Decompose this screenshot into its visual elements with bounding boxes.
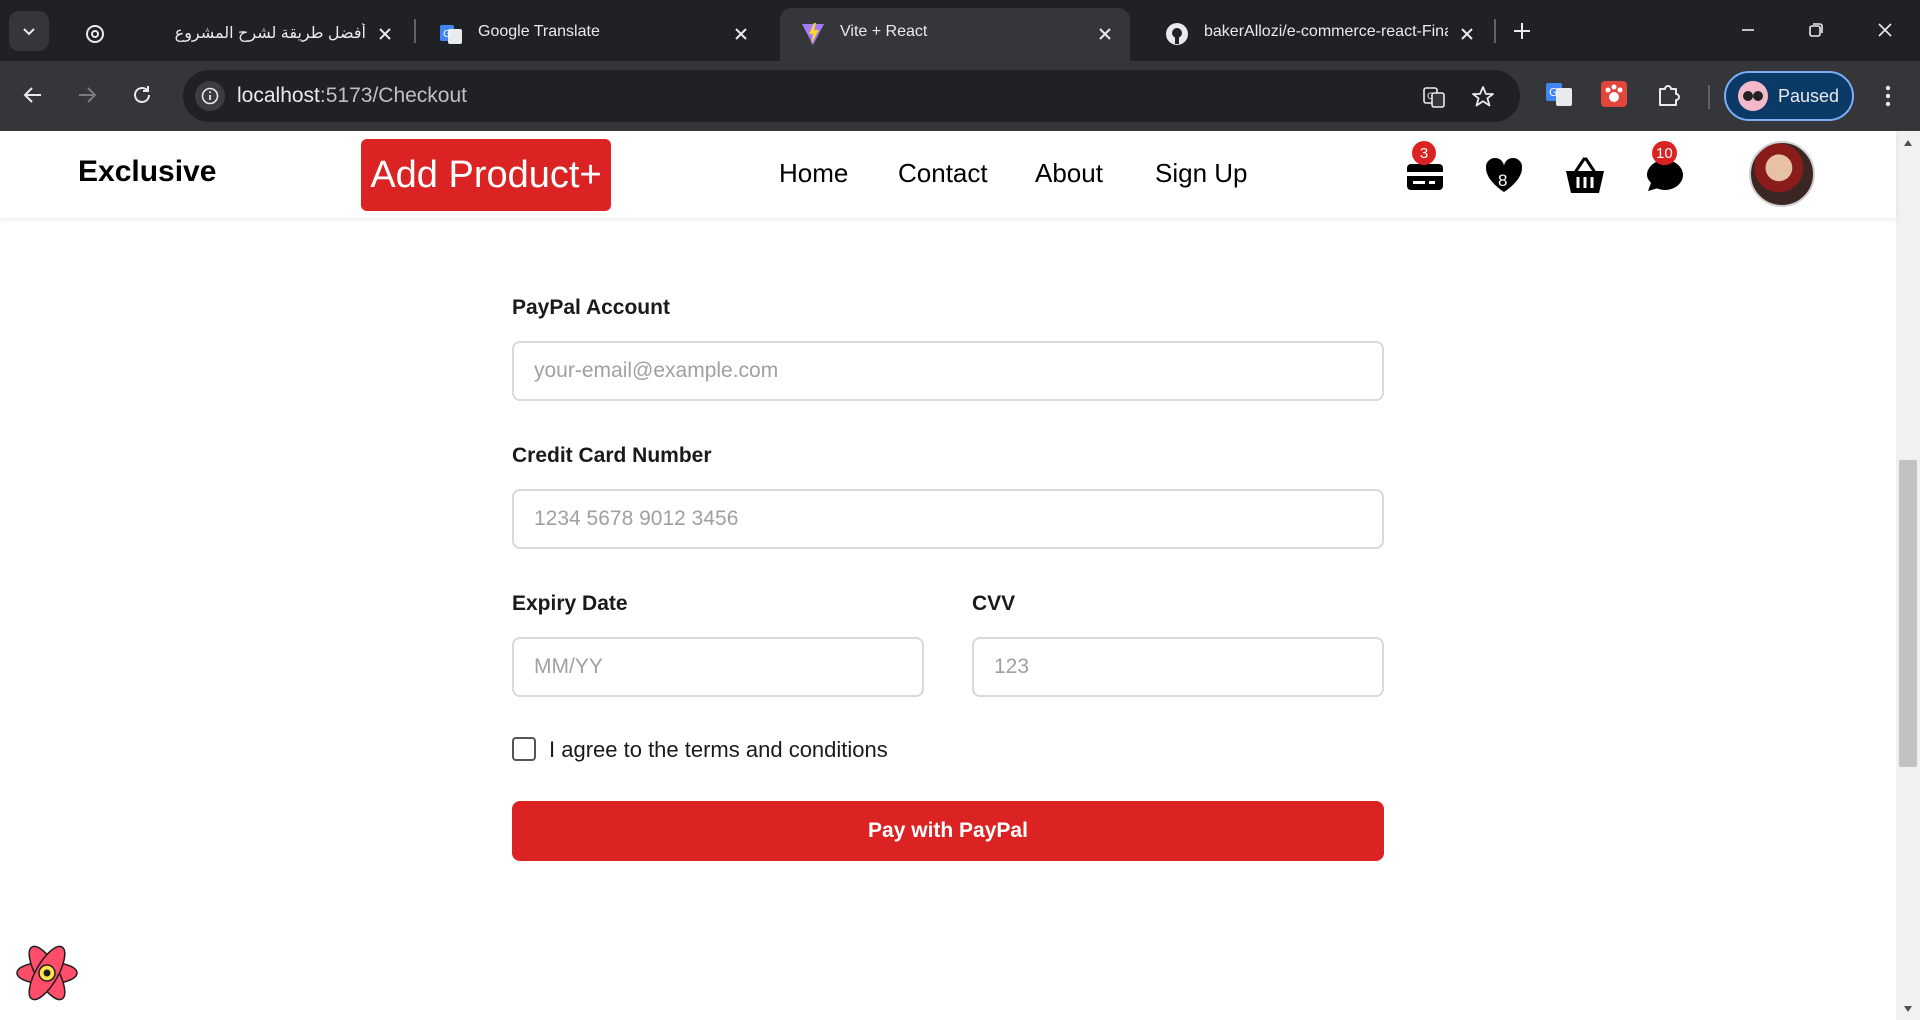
browser-tab-bar: أفضل طريقة لشرح المشروع G Google Transla… <box>0 0 1920 61</box>
scroll-down-arrow-icon[interactable] <box>1900 1001 1916 1017</box>
nav-link-home[interactable]: Home <box>779 158 848 189</box>
profile-status-label: Paused <box>1778 85 1840 106</box>
wishlist-count: 8 <box>1498 171 1508 190</box>
google-translate-icon: G <box>438 21 464 47</box>
restore-window-button[interactable] <box>1793 12 1839 48</box>
tab-google-translate[interactable]: G Google Translate <box>418 8 766 61</box>
svg-text:G: G <box>443 29 451 40</box>
tab-search-button[interactable] <box>9 11 49 51</box>
expiry-date-input[interactable]: MM/YY <box>512 637 924 697</box>
url-text[interactable]: localhost:5173/Checkout <box>237 84 467 108</box>
minimize-icon <box>1742 29 1754 31</box>
url-path: :5173/Checkout <box>319 84 467 107</box>
card-count-badge: 3 <box>1412 141 1436 165</box>
toolbar-divider <box>1708 85 1710 109</box>
paw-extension-icon[interactable] <box>1597 77 1631 111</box>
terms-label[interactable]: I agree to the terms and conditions <box>549 737 888 763</box>
address-bar[interactable]: localhost:5173/Checkout G <box>183 70 1520 122</box>
cvv-label: CVV <box>972 592 1016 615</box>
react-devtools-icon[interactable] <box>14 943 80 1003</box>
plus-icon <box>1514 23 1530 39</box>
tab-chatgpt[interactable]: أفضل طريقة لشرح المشروع <box>62 8 410 61</box>
brand-logo[interactable]: Exclusive <box>78 155 216 189</box>
back-button[interactable] <box>12 74 54 116</box>
chevron-down-icon <box>23 28 35 36</box>
scroll-up-arrow-icon[interactable] <box>1900 135 1916 151</box>
chatgpt-icon <box>82 21 108 47</box>
reload-button[interactable] <box>121 74 163 116</box>
close-tab-icon[interactable] <box>1456 23 1478 45</box>
credit-card-label: Credit Card Number <box>512 444 712 467</box>
tab-title: Google Translate <box>478 23 600 40</box>
site-navbar: Exclusive Add Product+ Home Contact Abou… <box>0 131 1896 218</box>
expiry-date-label: Expiry Date <box>512 592 628 615</box>
forward-button[interactable] <box>66 74 108 116</box>
tab-title: أفضل طريقة لشرح المشروع <box>174 25 366 42</box>
close-tab-icon[interactable] <box>730 23 752 45</box>
browser-toolbar: localhost:5173/Checkout G G Paused <box>0 61 1920 131</box>
translate-page-icon[interactable]: G <box>1419 82 1449 112</box>
scrollbar-thumb[interactable] <box>1899 460 1917 767</box>
svg-text:G: G <box>1549 86 1558 99</box>
tab-vite-react[interactable]: Vite + React <box>780 8 1130 61</box>
nav-link-about[interactable]: About <box>1035 158 1103 189</box>
reload-icon <box>134 86 150 103</box>
nav-link-contact[interactable]: Contact <box>898 158 988 189</box>
pay-with-paypal-button[interactable]: Pay with PayPal <box>512 801 1384 861</box>
close-icon <box>1878 23 1892 37</box>
close-tab-icon[interactable] <box>374 23 396 45</box>
restore-icon <box>1809 23 1823 37</box>
google-translate-extension-icon[interactable]: G <box>1542 77 1576 111</box>
tab-divider <box>1494 19 1496 43</box>
new-tab-button[interactable] <box>1505 14 1539 48</box>
github-icon <box>1164 21 1190 47</box>
extensions-puzzle-icon[interactable] <box>1652 77 1686 111</box>
nav-link-sign-up[interactable]: Sign Up <box>1155 158 1248 189</box>
close-window-button[interactable] <box>1862 12 1908 48</box>
messages-count-badge: 10 <box>1652 141 1677 165</box>
tab-title: Vite + React <box>840 23 928 40</box>
credit-card-input[interactable]: 1234 5678 9012 3456 <box>512 489 1384 549</box>
cvv-input[interactable]: 123 <box>972 637 1384 697</box>
tab-divider <box>414 19 416 43</box>
close-tab-icon[interactable] <box>1094 23 1116 45</box>
paypal-email-input[interactable]: your-email@example.com <box>512 341 1384 401</box>
page-viewport: PayPal Account your-email@example.com Cr… <box>0 131 1920 1020</box>
tab-title: bakerAllozi/e-commerce-react-Final-w <box>1204 23 1448 40</box>
minimize-window-button[interactable] <box>1725 12 1771 48</box>
profile-avatar <box>1738 81 1768 111</box>
url-host: localhost <box>237 84 320 107</box>
browser-menu-button[interactable] <box>1871 78 1905 114</box>
tab-github[interactable]: bakerAllozi/e-commerce-react-Final-w <box>1144 8 1492 61</box>
site-info-icon[interactable] <box>195 81 225 111</box>
arrow-right-icon <box>79 87 97 103</box>
paypal-account-label: PayPal Account <box>512 296 670 319</box>
vite-icon <box>800 21 826 47</box>
arrow-left-icon <box>23 87 41 103</box>
add-product-button[interactable]: Add Product+ <box>361 139 611 211</box>
profile-button[interactable]: Paused <box>1724 71 1854 121</box>
kebab-menu-icon <box>1885 85 1891 107</box>
bookmark-star-icon[interactable] <box>1468 82 1498 112</box>
user-avatar[interactable] <box>1749 141 1815 207</box>
cart-button[interactable] <box>1563 153 1607 197</box>
shopping-basket-icon <box>1566 157 1604 193</box>
terms-checkbox[interactable] <box>512 737 536 761</box>
